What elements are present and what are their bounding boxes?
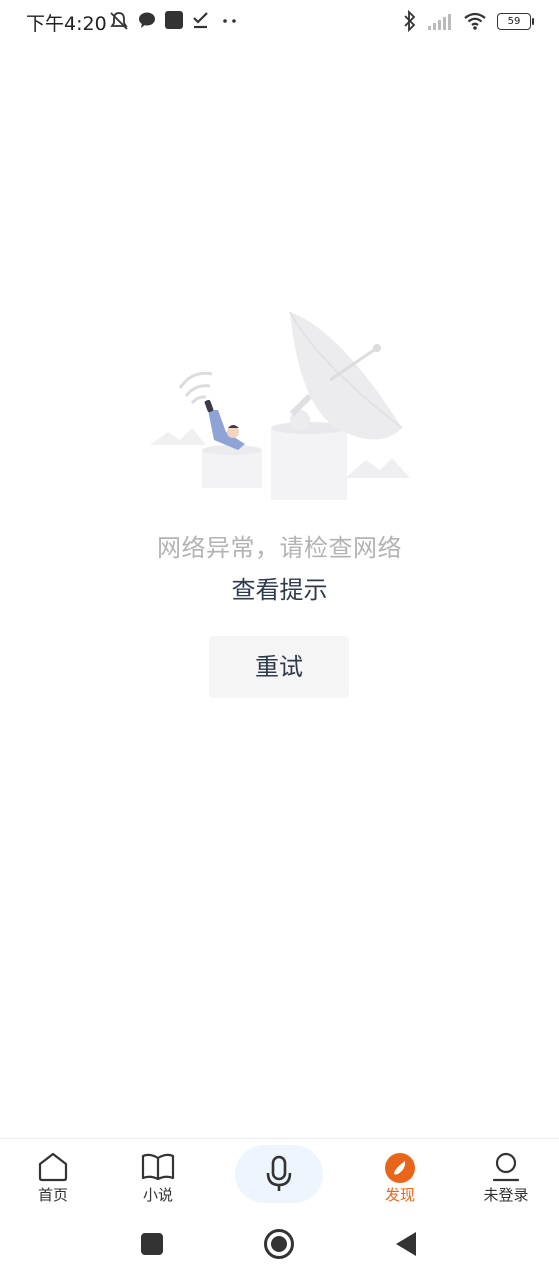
user-icon	[492, 1152, 520, 1182]
recent-apps-button[interactable]	[140, 1232, 164, 1256]
network-error-message: 网络异常，请检查网络	[157, 534, 402, 562]
voice-search-button[interactable]	[235, 1145, 323, 1203]
tab-discover[interactable]: 发现	[360, 1139, 440, 1217]
tab-login[interactable]: 未登录	[466, 1139, 546, 1217]
bottom-tab-bar: 首页 小说 发现 未登录	[0, 1138, 559, 1217]
status-time: 下午4:20	[26, 13, 107, 35]
bluetooth-icon	[404, 10, 416, 32]
view-hint-link[interactable]: 查看提示	[0, 570, 559, 605]
tab-login-label: 未登录	[483, 1186, 529, 1204]
tab-home[interactable]: 首页	[13, 1139, 93, 1217]
tab-novel[interactable]: 小说	[118, 1139, 198, 1217]
retry-button[interactable]: 重试	[209, 636, 349, 698]
signal-bars-icon	[428, 14, 451, 30]
wifi-icon	[464, 12, 486, 30]
battery-indicator: 59	[497, 12, 534, 30]
home-icon	[38, 1152, 68, 1182]
microphone-icon	[266, 1155, 292, 1191]
tab-discover-label: 发现	[384, 1186, 415, 1204]
network-error-illustration	[150, 311, 410, 500]
status-bar: 下午4:20 59	[0, 0, 559, 42]
task-check-icon	[193, 12, 208, 29]
book-icon	[141, 1153, 175, 1181]
discover-compass-icon	[385, 1153, 415, 1183]
tab-novel-label: 小说	[142, 1186, 173, 1204]
back-triangle-button[interactable]	[394, 1231, 418, 1257]
mute-bell-icon	[110, 12, 128, 30]
chat-bubble-icon	[139, 12, 155, 28]
app-square-icon	[165, 11, 183, 29]
more-dots-icon	[223, 19, 236, 23]
tab-home-label: 首页	[37, 1186, 68, 1204]
home-circle-button[interactable]	[263, 1228, 295, 1260]
system-navigation-bar	[0, 1216, 559, 1280]
